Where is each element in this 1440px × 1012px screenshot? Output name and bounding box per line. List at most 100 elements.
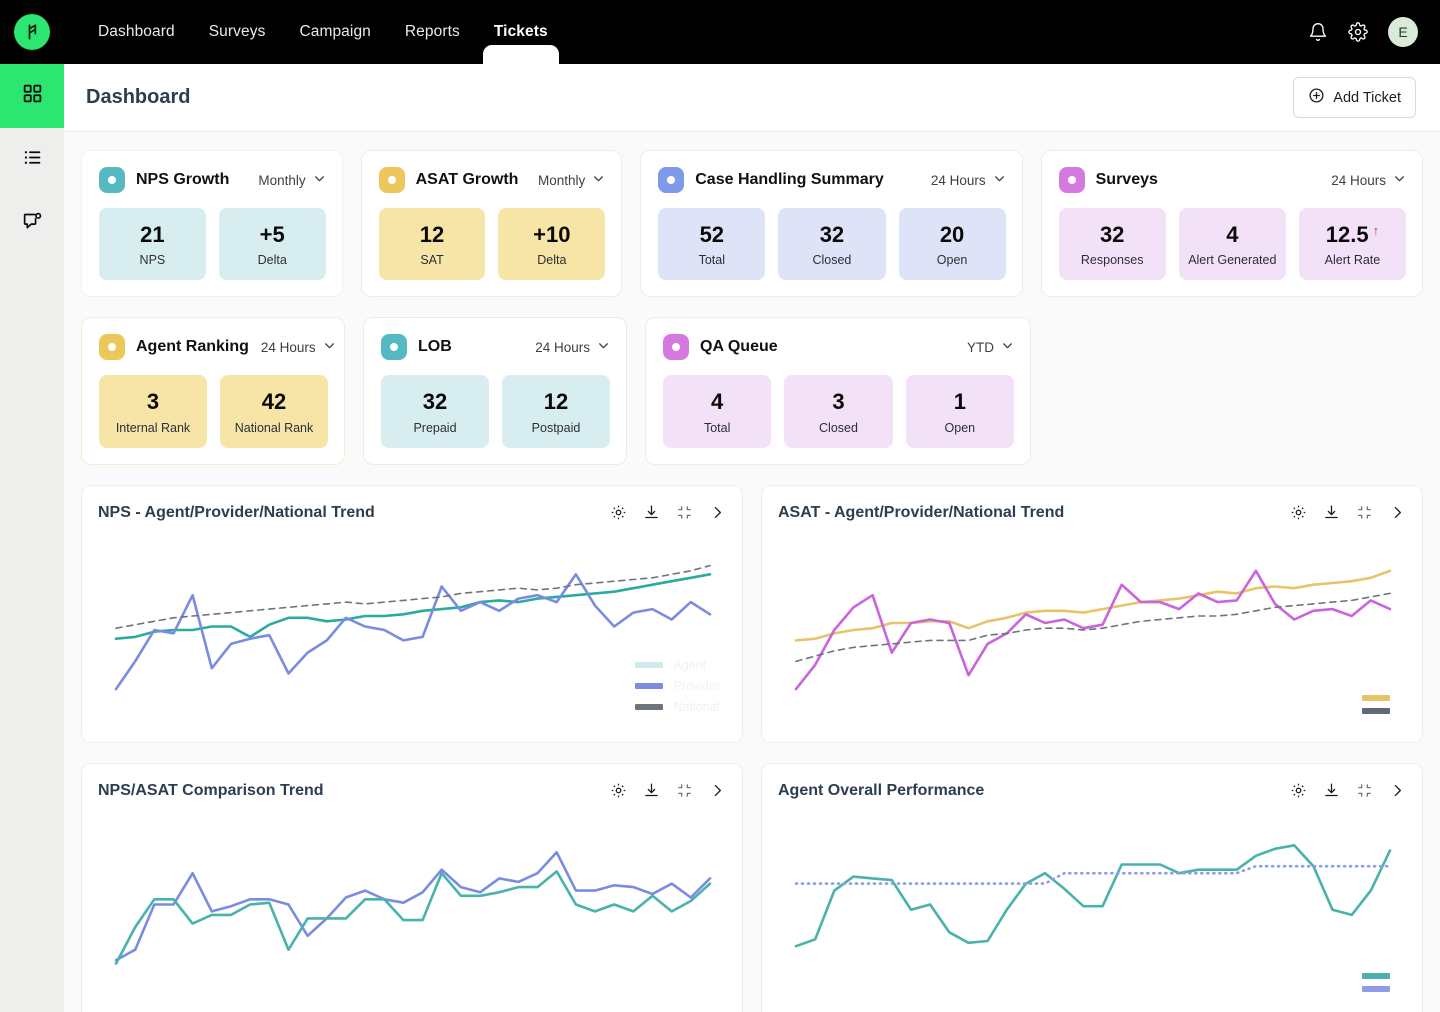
- kpi-period-label: Monthly: [258, 173, 305, 188]
- kpi-tile-label: SAT: [420, 253, 443, 267]
- kpi-period-dropdown[interactable]: YTD: [955, 339, 1014, 355]
- download-icon[interactable]: [1323, 782, 1340, 799]
- collapse-icon[interactable]: [1356, 504, 1373, 521]
- kpi-period-dropdown[interactable]: 24 Hours: [523, 339, 610, 355]
- chart-card-asat-trend: ASAT - Agent/Provider/National Trend: [761, 485, 1423, 743]
- kpi-tile: +5Delta: [219, 208, 326, 280]
- app-shell: Dashboard Add Ticket NPS GrowthMonthly21…: [0, 64, 1440, 1012]
- kpi-tile: 52Total: [658, 208, 765, 280]
- legend-item[interactable]: [1362, 986, 1400, 992]
- kpi-period-dropdown[interactable]: 24 Hours: [1319, 172, 1406, 188]
- legend-item[interactable]: [1362, 973, 1400, 979]
- kpi-card-title: NPS Growth: [136, 171, 229, 189]
- nav-link-campaign[interactable]: Campaign: [287, 17, 382, 47]
- add-ticket-button[interactable]: Add Ticket: [1293, 77, 1416, 118]
- chevron-right-icon[interactable]: [1389, 504, 1406, 521]
- chart-series-line: [796, 845, 1390, 946]
- kpi-tile-label: Delta: [537, 253, 566, 267]
- legend-item[interactable]: National: [635, 700, 720, 714]
- chevron-right-icon[interactable]: [709, 504, 726, 521]
- top-nav-actions: E: [1308, 17, 1440, 47]
- chart-legend: [1362, 695, 1400, 714]
- chart-title: Agent Overall Performance: [778, 782, 984, 800]
- kpi-tile-value: 4: [1226, 222, 1238, 247]
- kpi-card: Surveys24 Hours32Responses4Alert Generat…: [1041, 150, 1423, 297]
- bell-icon[interactable]: [1308, 22, 1328, 42]
- kpi-tiles: 21NPS+5Delta: [99, 208, 326, 280]
- kpi-card-header: NPS Growth Monthly: [99, 167, 326, 193]
- kpi-tile-value: 32: [1100, 222, 1124, 247]
- kpi-card-header: Agent Ranking24 Hours: [99, 334, 328, 360]
- kpi-tile-value-wrap: 32: [423, 389, 447, 414]
- chart-actions: [1290, 782, 1406, 799]
- gear-icon[interactable]: [1290, 782, 1307, 799]
- kpi-tile: 12SAT: [379, 208, 486, 280]
- chevron-right-icon[interactable]: [1389, 782, 1406, 799]
- brand-logo-icon[interactable]: [14, 14, 50, 50]
- chart-actions: [1290, 504, 1406, 521]
- gear-icon[interactable]: [1290, 504, 1307, 521]
- kpi-tile: 12Postpaid: [502, 375, 610, 447]
- chevron-right-icon[interactable]: [709, 782, 726, 799]
- kpi-tile: 4Alert Generated: [1179, 208, 1286, 280]
- kpi-badge-icon: [1059, 167, 1085, 193]
- kpi-tiles: 3Internal Rank42National Rank: [99, 375, 328, 447]
- sidebar-item-dashboard[interactable]: [0, 64, 64, 128]
- download-icon[interactable]: [643, 782, 660, 799]
- legend-swatch: [1362, 986, 1390, 992]
- kpi-tile: 3 Closed: [784, 375, 892, 447]
- collapse-icon[interactable]: [676, 782, 693, 799]
- nav-link-tickets-label: Tickets: [494, 23, 548, 40]
- kpi-tile-value-wrap: 42: [262, 389, 286, 414]
- kpi-period-label: 24 Hours: [261, 340, 316, 355]
- nav-link-surveys[interactable]: Surveys: [197, 17, 278, 47]
- dashboard-scroll-area: NPS GrowthMonthly21NPS+5DeltaASAT Growth…: [64, 132, 1440, 1012]
- kpi-tile: 32Closed: [778, 208, 885, 280]
- sidebar-item-list[interactable]: [0, 128, 64, 192]
- kpi-card: Case Handling Summary24 Hours52Total32Cl…: [640, 150, 1022, 297]
- kpi-period-dropdown[interactable]: Monthly: [526, 172, 605, 188]
- gear-icon[interactable]: [1348, 22, 1368, 42]
- legend-item[interactable]: Provider: [635, 679, 720, 693]
- chart-actions: [610, 782, 726, 799]
- chevron-down-icon: [323, 339, 336, 355]
- chart-actions: [610, 504, 726, 521]
- kpi-tile-value: 4: [711, 389, 723, 414]
- sidebar-item-messages[interactable]: [0, 192, 64, 256]
- download-icon[interactable]: [1323, 504, 1340, 521]
- kpi-tile-label: Closed: [819, 421, 858, 435]
- legend-swatch: [1362, 708, 1390, 714]
- gear-icon[interactable]: [610, 504, 627, 521]
- kpi-tile-value: 20: [940, 222, 964, 247]
- nav-link-dashboard[interactable]: Dashboard: [86, 17, 187, 47]
- legend-item[interactable]: [1362, 695, 1400, 701]
- top-navigation-bar: Dashboard Surveys Campaign Reports Ticke…: [0, 0, 1440, 64]
- kpi-tile-value: +10: [533, 222, 570, 247]
- legend-swatch: [635, 704, 663, 710]
- legend-item[interactable]: [1362, 708, 1400, 714]
- legend-item[interactable]: Agent: [635, 658, 720, 672]
- kpi-period-dropdown[interactable]: 24 Hours: [249, 339, 336, 355]
- chart-header: NPS/ASAT Comparison Trend: [98, 782, 726, 800]
- kpi-tile-value-wrap: +5: [260, 222, 285, 247]
- collapse-icon[interactable]: [676, 504, 693, 521]
- kpi-tile-value-wrap: 52: [700, 222, 724, 247]
- logo-container[interactable]: [0, 14, 64, 50]
- kpi-period-dropdown[interactable]: Monthly: [246, 172, 325, 188]
- kpi-tile-label: Open: [945, 421, 976, 435]
- avatar[interactable]: E: [1388, 17, 1418, 47]
- nav-link-reports[interactable]: Reports: [393, 17, 472, 47]
- kpi-tile-value: 12.5: [1326, 222, 1369, 247]
- download-icon[interactable]: [643, 504, 660, 521]
- nav-link-tickets[interactable]: Tickets: [482, 17, 560, 47]
- chart-series-line: [116, 574, 710, 638]
- gear-icon[interactable]: [610, 782, 627, 799]
- kpi-row-1: NPS GrowthMonthly21NPS+5DeltaASAT Growth…: [81, 150, 1423, 297]
- kpi-tiles: 12SAT +10 Delta: [379, 208, 606, 280]
- kpi-tile: 32Responses: [1059, 208, 1166, 280]
- kpi-tile: 42National Rank: [220, 375, 328, 447]
- kpi-tile-value: 3: [832, 389, 844, 414]
- kpi-card: QA QueueYTD4Total3Closed1Open: [645, 317, 1031, 464]
- collapse-icon[interactable]: [1356, 782, 1373, 799]
- kpi-period-dropdown[interactable]: 24 Hours: [919, 172, 1006, 188]
